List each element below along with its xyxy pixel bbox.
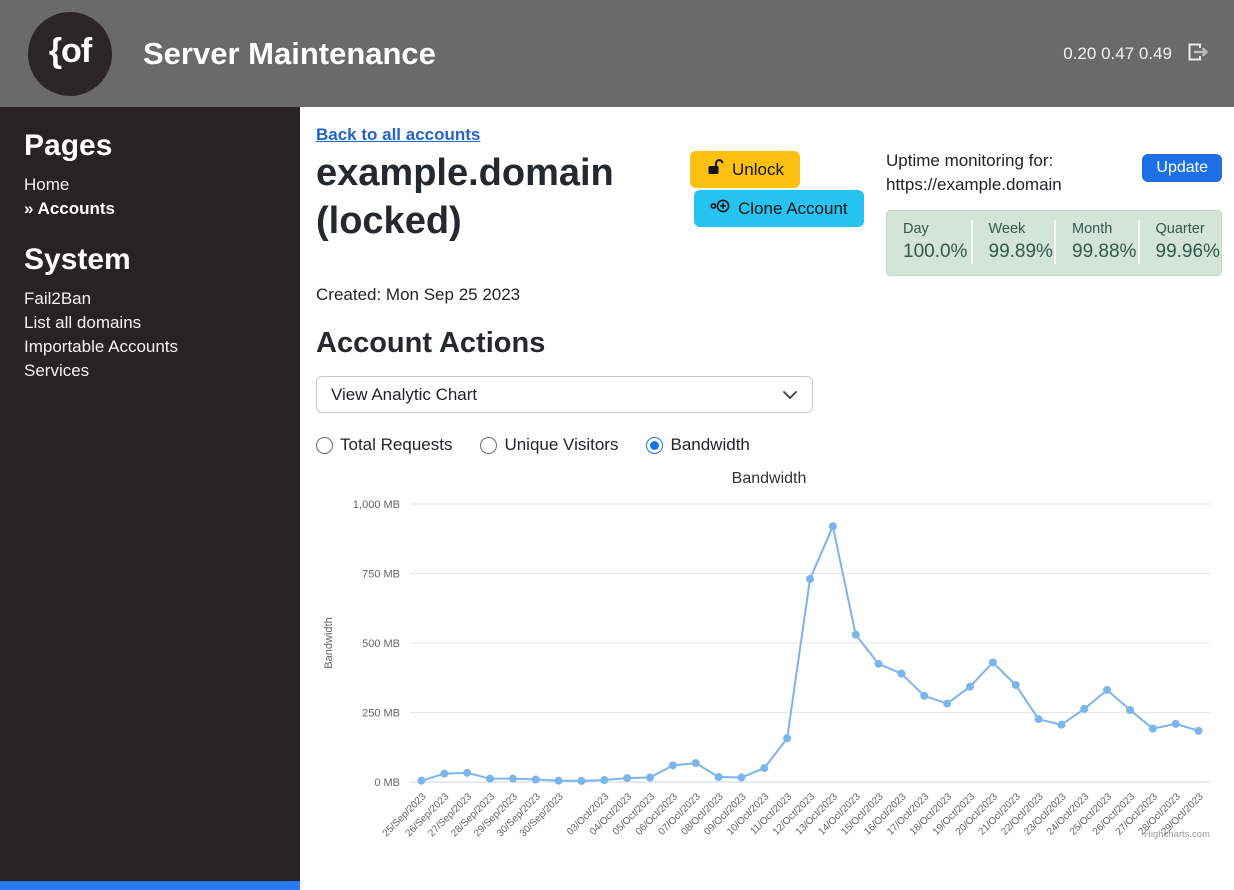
update-button[interactable]: Update bbox=[1142, 154, 1222, 182]
radio-icon bbox=[480, 436, 498, 454]
chart-type-radio-group: Total Requests Unique Visitors Bandwidth bbox=[316, 435, 1222, 455]
uptime-stat-value: 99.96% bbox=[1155, 241, 1220, 262]
uptime-stat-quarter: Quarter 99.96% bbox=[1137, 220, 1222, 264]
unlock-icon bbox=[706, 158, 724, 181]
uptime-stat-month: Month 99.88% bbox=[1054, 220, 1138, 264]
svg-text:Highcharts.com: Highcharts.com bbox=[1144, 829, 1210, 840]
logout-icon bbox=[1186, 41, 1210, 66]
svg-text:Bandwidth: Bandwidth bbox=[323, 617, 335, 668]
uptime-stat-label: Day bbox=[903, 221, 929, 237]
created-date: Created: Mon Sep 25 2023 bbox=[316, 285, 521, 304]
svg-text:Bandwidth: Bandwidth bbox=[732, 470, 807, 487]
sidebar-item-home[interactable]: Home bbox=[24, 173, 276, 197]
radio-icon bbox=[646, 436, 664, 454]
sidebar-item-services[interactable]: Services bbox=[24, 359, 276, 383]
radio-label: Unique Visitors bbox=[504, 435, 619, 454]
chevron-down-icon bbox=[782, 385, 798, 405]
uptime-monitoring-line1: Uptime monitoring for: bbox=[886, 151, 1054, 170]
clone-button-label: Clone Account bbox=[738, 198, 848, 218]
sidebar-heading-pages: Pages bbox=[24, 129, 113, 162]
svg-text:750 MB: 750 MB bbox=[362, 569, 400, 581]
sidebar-item-accounts[interactable]: » Accounts bbox=[24, 197, 276, 221]
app-header: {of Server Maintenance 0.20 0.47 0.49 bbox=[0, 0, 1234, 107]
sidebar: Pages Home » Accounts System Fail2Ban Li… bbox=[0, 107, 300, 890]
unlock-button[interactable]: Unlock bbox=[690, 151, 800, 188]
uptime-stat-label: Month bbox=[1072, 221, 1113, 237]
sidebar-item-importable-accounts[interactable]: Importable Accounts bbox=[24, 335, 276, 359]
uptime-monitoring-url: https://example.domain bbox=[886, 175, 1062, 194]
main-content: Back to all accounts example.domain (loc… bbox=[300, 107, 1234, 890]
unlock-button-label: Unlock bbox=[732, 159, 784, 179]
clone-icon bbox=[710, 197, 730, 220]
radio-label: Total Requests bbox=[340, 435, 453, 454]
uptime-stat-value: 99.88% bbox=[1072, 241, 1137, 262]
account-actions-heading: Account Actions bbox=[316, 327, 546, 359]
page-title: example.domain (locked) bbox=[316, 152, 614, 242]
account-action-select[interactable]: View Analytic Chart bbox=[316, 376, 813, 413]
uptime-stat-label: Week bbox=[988, 221, 1026, 237]
account-action-select-value: View Analytic Chart bbox=[331, 384, 478, 404]
svg-text:1,000 MB: 1,000 MB bbox=[353, 499, 400, 511]
radio-label: Bandwidth bbox=[670, 435, 750, 454]
logout-button[interactable] bbox=[1186, 41, 1210, 66]
uptime-stat-value: 100.0% bbox=[903, 241, 968, 262]
svg-text:500 MB: 500 MB bbox=[362, 638, 400, 650]
radio-bandwidth[interactable]: Bandwidth bbox=[646, 435, 750, 455]
uptime-stat-week: Week 99.89% bbox=[970, 220, 1055, 264]
uptime-stat-value: 99.89% bbox=[988, 241, 1053, 262]
uptime-stats-table: Day 100.0% Week 99.89% Month 99.88% Quar… bbox=[886, 210, 1222, 276]
bandwidth-chart: Bandwidth 0 MB 250 MB 500 MB 750 MB 1,000 MB B… bbox=[316, 465, 1222, 860]
back-to-accounts-link[interactable]: Back to all accounts bbox=[316, 125, 480, 145]
app-title: Server Maintenance bbox=[143, 35, 436, 71]
svg-text:0 MB: 0 MB bbox=[374, 777, 400, 789]
app-logo: {of bbox=[28, 11, 112, 96]
app-logo-text: {of bbox=[48, 32, 92, 70]
uptime-stat-label: Quarter bbox=[1155, 221, 1205, 237]
load-averages: 0.20 0.47 0.49 bbox=[1063, 43, 1172, 63]
bandwidth-chart-svg: Bandwidth 0 MB 250 MB 500 MB 750 MB 1,000 MB B… bbox=[323, 470, 1210, 840]
svg-text:250 MB: 250 MB bbox=[362, 708, 400, 720]
radio-total-requests[interactable]: Total Requests bbox=[316, 435, 452, 455]
radio-unique-visitors[interactable]: Unique Visitors bbox=[480, 435, 618, 455]
clone-account-button[interactable]: Clone Account bbox=[694, 190, 864, 227]
uptime-stat-day: Day 100.0% bbox=[887, 220, 971, 264]
sidebar-heading-system: System bbox=[24, 243, 131, 276]
sidebar-item-list-all-domains[interactable]: List all domains bbox=[24, 311, 276, 335]
sidebar-bottom-strip bbox=[0, 881, 300, 890]
radio-icon bbox=[316, 436, 333, 454]
sidebar-item-fail2ban[interactable]: Fail2Ban bbox=[24, 287, 276, 311]
uptime-monitoring-text: Uptime monitoring for: https://example.d… bbox=[886, 149, 1062, 197]
